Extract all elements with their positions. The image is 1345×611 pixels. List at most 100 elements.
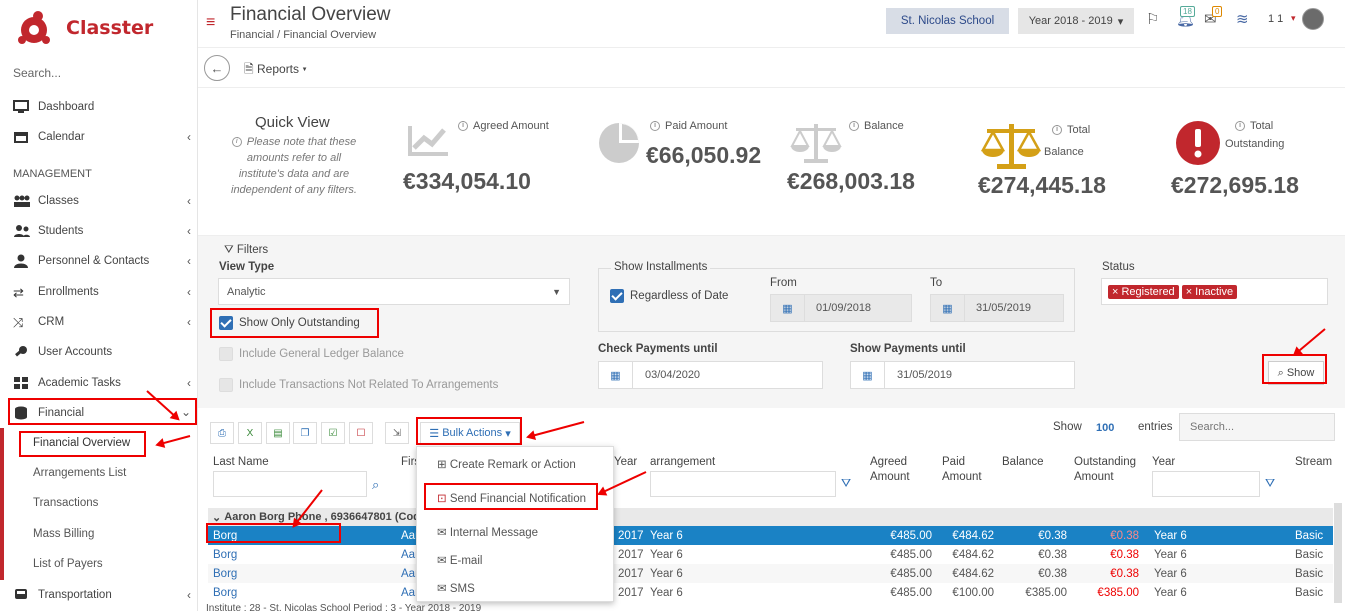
cell-last-name[interactable]: Borg	[213, 587, 237, 599]
entries-count-select[interactable]: 100	[1096, 421, 1114, 436]
user-count[interactable]: 1 1	[1268, 13, 1283, 25]
sidebar-item-dashboard[interactable]: Dashboard	[0, 92, 198, 122]
sidebar-item-crm[interactable]: ⤨ CRM ‹	[0, 307, 198, 337]
include-transactions-label: Include Transactions Not Related To Arra…	[239, 379, 499, 392]
cell-last-name[interactable]: Borg	[213, 549, 237, 561]
menu-item-label: Internal Message	[449, 527, 539, 539]
reports-dropdown[interactable]: 🗎︎ Reports ▾	[244, 60, 307, 81]
logo[interactable]: Classter	[16, 10, 153, 46]
sidebar-item-enrollments[interactable]: ⇄ Enrollments ‹	[0, 277, 198, 307]
year-filter-input[interactable]	[1152, 471, 1260, 497]
envelope-icon: ✉	[437, 555, 447, 567]
stat-value: €268,003.18	[787, 168, 915, 194]
filter-icon[interactable]: ⛛	[1265, 476, 1275, 491]
menu-item-email[interactable]: ✉ E-mail	[437, 553, 482, 567]
col-paid-amount[interactable]: Paid Amount	[942, 455, 982, 485]
arrangement-filter-input[interactable]	[650, 471, 836, 497]
copy-button[interactable]: ❐	[293, 422, 317, 444]
table-row[interactable]: Borg Aar 2017 Year 6 €485.00 €100.00 €38…	[208, 583, 1333, 602]
table-scrollbar[interactable]	[1334, 503, 1342, 603]
chevron-down-icon: ⌄	[212, 511, 222, 524]
print-button[interactable]: ⎙	[210, 422, 234, 444]
stat-label: Balance	[864, 120, 904, 132]
from-date-input[interactable]: ▦ 01/09/2018	[770, 294, 912, 322]
table-row[interactable]: Borg Aar 2017 Year 6 €485.00 €484.62 €0.…	[208, 545, 1333, 564]
collapse-button[interactable]: ⇲	[385, 422, 409, 444]
view-type-select[interactable]: Analytic ▼	[218, 278, 570, 305]
layers-icon[interactable]: ≋	[1236, 10, 1249, 28]
cell-balance: €0.38	[1038, 567, 1067, 580]
table-search-input[interactable]	[1179, 413, 1335, 441]
sidebar-search[interactable]: Search...	[13, 66, 61, 80]
show-payments-input[interactable]: ▦ 31/05/2019	[850, 361, 1075, 389]
avatar[interactable]	[1302, 8, 1324, 30]
sidebar-item-calendar[interactable]: Calendar ‹	[0, 122, 198, 152]
select-all-button[interactable]: ☑	[321, 422, 345, 444]
sidebar-item-students[interactable]: Students ‹	[0, 216, 198, 246]
users-icon	[13, 224, 31, 238]
flag-icon[interactable]: ⚐	[1146, 10, 1159, 28]
sidebar-sub-transactions[interactable]: Transactions	[33, 497, 98, 509]
scale-icon	[790, 124, 842, 163]
regardless-of-date-checkbox[interactable]: Regardless of Date	[610, 289, 728, 303]
breadcrumb[interactable]: Financial / Financial Overview	[230, 29, 376, 41]
last-name-filter-input[interactable]	[213, 471, 367, 497]
excel-button[interactable]: X	[238, 422, 262, 444]
chart-line-icon	[408, 126, 448, 156]
sidebar-sub-list-of-payers[interactable]: List of Payers	[33, 558, 103, 570]
check-payments-input[interactable]: ▦ 03/04/2020	[598, 361, 823, 389]
classroom-icon	[13, 194, 31, 208]
to-date-input[interactable]: ▦ 31/05/2019	[930, 294, 1064, 322]
col-outstanding-amount[interactable]: Outstanding Amount	[1074, 455, 1136, 485]
financial-active-bar	[0, 428, 4, 580]
filters-title[interactable]: ⛛ Filters	[224, 244, 268, 257]
sidebar-item-classes[interactable]: Classes ‹	[0, 186, 198, 216]
search-icon[interactable]: ⌕	[372, 477, 379, 493]
year-selector[interactable]: Year 2018 - 2019 ▾	[1018, 8, 1134, 34]
cell-last-name[interactable]: Borg	[213, 568, 237, 580]
stat-value: €274,445.18	[978, 172, 1106, 198]
col-last-name[interactable]: Last Name	[213, 455, 269, 470]
sidebar-sub-mass-billing[interactable]: Mass Billing	[33, 528, 94, 540]
cell-stream: Basic	[1295, 586, 1324, 599]
include-transactions-checkbox[interactable]: Include Transactions Not Related To Arra…	[219, 378, 498, 392]
menu-item-internal-message[interactable]: ✉ Internal Message	[437, 525, 538, 539]
chevron-left-icon: ‹	[187, 376, 191, 390]
stat-label-2: Outstanding	[1225, 138, 1285, 150]
deselect-button[interactable]: ☐	[349, 422, 373, 444]
status-tag[interactable]: × Registered	[1108, 284, 1179, 299]
filter-icon[interactable]: ⛛	[841, 476, 851, 491]
table-row[interactable]: Borg Aar 2017 Year 6 €485.00 €484.62 €0.…	[208, 564, 1333, 583]
col-year[interactable]: Year	[1152, 455, 1175, 470]
sidebar-item-academic-tasks[interactable]: Academic Tasks ‹	[0, 368, 198, 398]
col-stream[interactable]: Stream	[1295, 455, 1332, 470]
menu-item-create-remark[interactable]: ⊞ Create Remark or Action	[437, 457, 576, 471]
table-row[interactable]: Borg Aar 2017 Year 6 €485.00 €484.62 €0.…	[208, 526, 1333, 545]
col-agreed-amount[interactable]: Agreed Amount	[870, 455, 910, 485]
cell-balance: €0.38	[1038, 529, 1067, 542]
sidebar-item-label: Students	[38, 225, 84, 237]
menu-item-sms[interactable]: ✉ SMS	[437, 581, 475, 595]
copy-icon: ❐	[300, 427, 310, 439]
status-tag[interactable]: × Inactive	[1181, 284, 1238, 299]
highlight-financial-overview	[19, 431, 146, 457]
status-multiselect[interactable]: × Registered × Inactive	[1101, 278, 1328, 305]
col-label: Outstanding	[1074, 456, 1137, 468]
sidebar-sub-arrangements-list[interactable]: Arrangements List	[33, 467, 126, 479]
sidebar-item-transportation[interactable]: Transportation ‹	[0, 580, 198, 610]
back-button[interactable]: ←	[204, 55, 230, 81]
csv-button[interactable]: ▤	[266, 422, 290, 444]
sidebar-item-personnel[interactable]: Personnel & Contacts ‹	[0, 246, 198, 276]
sidebar-item-user-accounts[interactable]: User Accounts	[0, 337, 198, 367]
col-balance[interactable]: Balance	[1002, 455, 1044, 470]
col-arrangement[interactable]: arrangement	[650, 455, 715, 470]
menu-icon[interactable]: ≡	[206, 14, 215, 32]
group-header[interactable]: ⌄ Aaron Borg Phone , 6936647801 (Code	[208, 508, 1333, 526]
col-year-start[interactable]: Year	[614, 455, 637, 470]
include-gl-checkbox[interactable]: Include General Ledger Balance	[219, 347, 404, 361]
message-badge: 0	[1212, 6, 1223, 17]
info-icon: i	[458, 121, 468, 132]
sidebar: Classter Search... Dashboard Calendar ‹ …	[0, 0, 198, 611]
highlight-show-only-outstanding	[210, 308, 379, 338]
school-selector[interactable]: St. Nicolas School	[886, 8, 1009, 34]
